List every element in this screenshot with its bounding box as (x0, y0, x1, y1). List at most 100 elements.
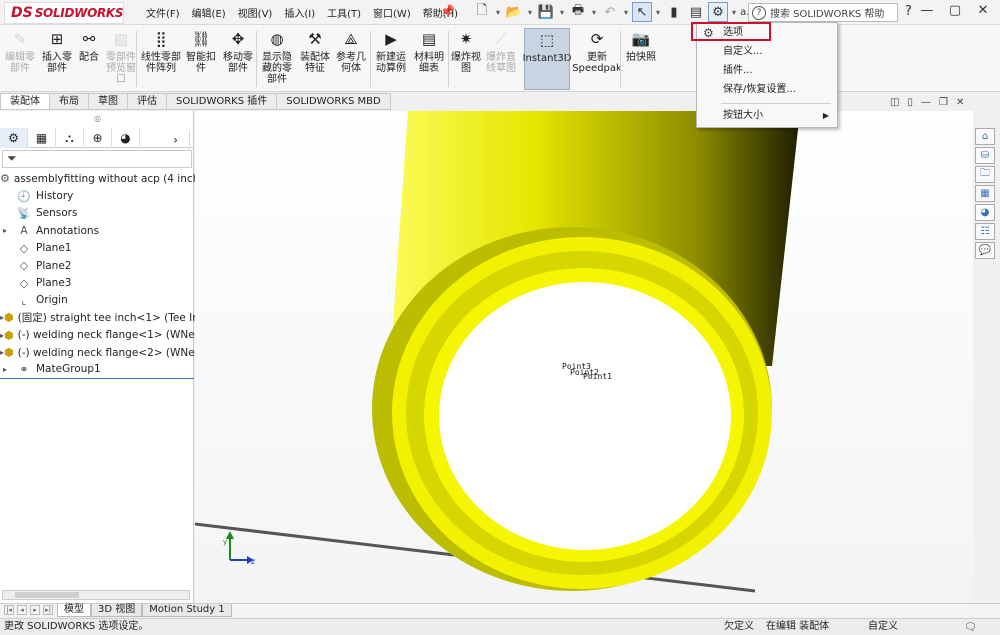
panel-grip-icon[interactable]: ◎ (94, 114, 101, 123)
tree-item[interactable]: ▸ A Annotations (0, 222, 194, 239)
tree-item[interactable]: ◇ Plane1 (0, 240, 194, 257)
ribbon-button[interactable]: ✷ 爆炸视 图 (450, 28, 482, 90)
menu-view[interactable]: 视图(V) (232, 5, 279, 20)
menu-insert[interactable]: 插入(I) (278, 5, 321, 20)
forum-icon[interactable]: 💬 (975, 242, 995, 259)
feature-tree-tab-icon[interactable]: ⚙ (0, 128, 28, 148)
solidworks-logo[interactable]: DS SOLIDWORKS (4, 2, 124, 24)
select-cursor-icon[interactable]: ↖ (632, 2, 652, 22)
tab-model[interactable]: 模型 (57, 604, 91, 617)
ribbon-button[interactable]: ▶ 新建运 动算例 (372, 28, 410, 90)
ribbon-button[interactable]: ⟁ 参考几 何体 (334, 28, 368, 90)
menu-item-customize[interactable]: 自定义... (697, 43, 837, 61)
ribbon-button[interactable]: ▨ 零部件 预览窗 口 (104, 28, 138, 90)
ribbon-button[interactable]: ▤ 材料明 细表 (412, 28, 446, 90)
tab-addins[interactable]: SOLIDWORKS 插件 (167, 93, 278, 110)
tree-item[interactable]: ▸ ⬢ (-) welding neck flange<2> (WNe (0, 344, 195, 361)
tab-motion-study[interactable]: Motion Study 1 (142, 604, 232, 617)
close-icon[interactable]: ✕ (972, 3, 994, 18)
property-manager-tab-icon[interactable]: ▦ (28, 128, 56, 148)
minimize-icon[interactable]: — (916, 3, 938, 18)
ribbon-button[interactable]: ⟳ 更新 Speedpak (572, 28, 622, 90)
pin-icon[interactable]: 📌 (440, 4, 455, 18)
restore-view-icon[interactable]: ❐ (939, 97, 948, 108)
gear-icon[interactable]: ⚙ (708, 2, 728, 22)
chevron-down-icon[interactable]: ▾ (730, 2, 738, 22)
undo-icon[interactable]: ↶ (600, 2, 620, 22)
home-icon[interactable]: ⌂ (975, 128, 995, 145)
tab-3d-view[interactable]: 3D 视图 (91, 604, 143, 617)
appearances-icon[interactable]: ◕ (975, 204, 995, 221)
tree-item[interactable]: ◇ Plane3 (0, 274, 194, 291)
ribbon-button[interactable]: 📷 拍快照 (624, 28, 658, 90)
ribbon-button[interactable]: ⛓ 智能扣 件 (184, 28, 218, 90)
menu-item-button-size[interactable]: 按钮大小 ▶ (697, 107, 837, 125)
split-view-icon[interactable]: ◫ (890, 97, 899, 108)
dimxpert-tab-icon[interactable]: ⊕ (84, 128, 112, 148)
menu-item-addins[interactable]: 插件... (697, 62, 837, 80)
ribbon-button[interactable]: ◍ 显示隐 藏的零 部件 (258, 28, 296, 90)
expand-arrow-icon[interactable]: ▸ (0, 365, 10, 374)
design-library-icon[interactable]: ⛁ (975, 147, 995, 164)
menu-file[interactable]: 文件(F) (140, 5, 186, 20)
ribbon-button[interactable]: ⚒ 装配体 特征 (298, 28, 332, 90)
view-palette-icon[interactable]: ▦ (975, 185, 995, 202)
chevron-down-icon[interactable]: ▾ (494, 2, 502, 22)
menu-item-save-restore[interactable]: 保存/恢复设置... (697, 81, 837, 99)
ribbon-button[interactable]: ⊞ 插入零 部件 (40, 28, 74, 90)
expand-arrow-icon[interactable]: ▸ (0, 226, 10, 235)
tree-item[interactable]: 📡 Sensors (0, 205, 194, 222)
tab-mbd[interactable]: SOLIDWORKS MBD (277, 93, 391, 110)
display-manager-tab-icon[interactable]: ◕ (112, 128, 140, 148)
horizontal-scrollbar[interactable] (2, 590, 190, 600)
menu-tools[interactable]: 工具(T) (321, 5, 367, 20)
config-manager-tab-icon[interactable]: ⛬ (56, 128, 84, 148)
chevron-down-icon[interactable]: ▾ (526, 2, 534, 22)
last-tab-icon[interactable]: ▸| (43, 605, 53, 615)
first-tab-icon[interactable]: |◂ (4, 605, 14, 615)
custom-properties-icon[interactable]: ☷ (975, 223, 995, 240)
status-units[interactable]: 自定义 (868, 619, 898, 635)
restore-icon[interactable]: ▢ (944, 3, 966, 18)
tree-item[interactable]: ◇ Plane2 (0, 257, 194, 274)
search-input[interactable]: ? 搜索 SOLIDWORKS 帮助 (748, 3, 898, 22)
chevron-down-icon[interactable]: ▾ (622, 2, 630, 22)
open-folder-icon[interactable]: 📂 (504, 2, 524, 22)
graphics-area[interactable]: Point3 Point2 Point1 z y 🔍 🔎 ↩ ▣ ✎ ◫ ◧ 👁… (195, 111, 973, 603)
file-properties-icon[interactable]: ▤ (686, 2, 706, 22)
tree-item[interactable]: 🕘 History (0, 187, 194, 204)
help-icon[interactable]: ? (905, 4, 912, 19)
chevron-down-icon[interactable]: ▾ (654, 2, 662, 22)
next-tab-icon[interactable]: ▸ (30, 605, 40, 615)
tab-assembly[interactable]: 装配体 (0, 93, 50, 110)
filter-icon[interactable]: ⏷ (2, 150, 192, 168)
chevron-down-icon[interactable]: ▾ (558, 2, 566, 22)
tab-layout[interactable]: 布局 (50, 93, 89, 110)
tree-item[interactable]: ▸ ⚭ MateGroup1 (0, 361, 194, 379)
chevron-down-icon[interactable]: ▾ (590, 2, 598, 22)
ribbon-button[interactable]: ⣿ 线性零部 件阵列 (140, 28, 182, 90)
save-icon[interactable]: 💾 (536, 2, 556, 22)
tree-item[interactable]: ▸ ⬢ (-) welding neck flange<1> (WNe (0, 327, 195, 344)
tab-evaluate[interactable]: 评估 (128, 93, 167, 110)
ribbon-button[interactable]: ⟋ 爆炸直 线草图 (484, 28, 518, 90)
tree-item[interactable]: ⚙ assemblyfitting without acp (4 inch<4 (0, 170, 215, 187)
minimize-view-icon[interactable]: — (921, 97, 931, 108)
file-explorer-icon[interactable]: 🗀 (975, 166, 995, 183)
menu-edit[interactable]: 编辑(E) (186, 5, 232, 20)
prev-tab-icon[interactable]: ◂ (17, 605, 27, 615)
tree-item[interactable]: ▸ ⬢ (固定) straight tee inch<1> (Tee In (0, 309, 199, 326)
chevron-right-icon[interactable]: › (162, 130, 190, 150)
ribbon-button[interactable]: ⚯ 配合 (76, 28, 102, 90)
tooltip-toggle-icon[interactable]: 🗨 (964, 620, 977, 635)
ribbon-button[interactable]: ✎ 编辑零 部件 (4, 28, 36, 90)
print-icon[interactable]: 🖶 (568, 2, 588, 22)
ribbon-button[interactable]: ⬚ Instant3D (523, 28, 571, 90)
traffic-light-icon[interactable]: ▮ (664, 2, 684, 22)
tree-item[interactable]: ⌞ Origin (0, 292, 194, 309)
maximize-view-icon[interactable]: ▯ (907, 97, 913, 108)
menu-window[interactable]: 窗口(W) (367, 5, 417, 20)
tab-sketch[interactable]: 草图 (89, 93, 128, 110)
ribbon-button[interactable]: ✥ 移动零 部件 (220, 28, 256, 90)
close-view-icon[interactable]: ✕ (956, 97, 964, 108)
